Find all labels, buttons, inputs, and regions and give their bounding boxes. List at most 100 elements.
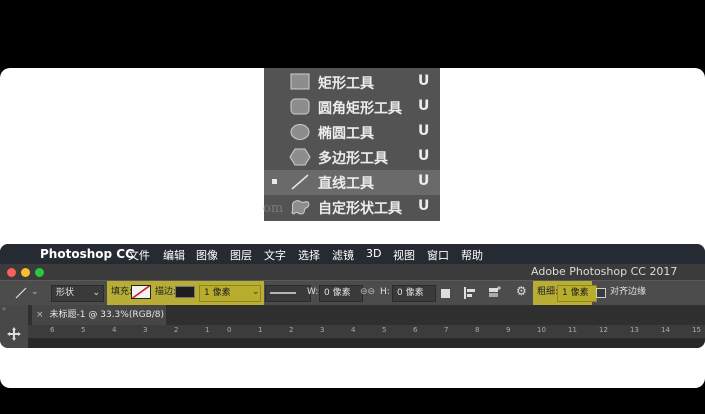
weight-field[interactable]: 1 像素: [557, 285, 597, 302]
stroke-label: 描边:: [155, 287, 177, 297]
path-alignment-icon[interactable]: [463, 286, 477, 300]
stroke-type-select[interactable]: [265, 285, 311, 302]
menu-help[interactable]: 帮助: [461, 247, 483, 263]
menu-layer[interactable]: 图层: [230, 247, 252, 263]
menu-image[interactable]: 图像: [196, 247, 218, 263]
ruler-tick: 4: [351, 326, 356, 334]
window-title: Adobe Photoshop CC 2017: [531, 265, 678, 278]
fill-swatch-button[interactable]: [131, 285, 151, 300]
flyout-item-shortcut: U: [418, 198, 430, 214]
menu-filter[interactable]: 滤镜: [332, 247, 354, 263]
move-tool-icon[interactable]: [7, 327, 21, 341]
width-label: W:: [307, 287, 319, 297]
link-icon[interactable]: ⊖⊖: [360, 285, 375, 300]
menu-3d[interactable]: 3D: [366, 247, 381, 260]
width-value: 0 像素: [324, 288, 351, 298]
ruler-tick: 6: [413, 326, 418, 334]
menu-type[interactable]: 文字: [264, 247, 286, 263]
ruler-tick: 7: [444, 326, 449, 334]
selected-bullet-icon: [272, 179, 277, 184]
maximize-window-button[interactable]: [35, 268, 44, 277]
stroke-type-icon: [270, 291, 296, 294]
flyout-item-custom-shape[interactable]: 自定形状工具 U: [264, 195, 440, 220]
document-tab-label: 未标题-1 @ 33.3%(RGB/8): [49, 310, 165, 320]
width-field[interactable]: 0 像素: [319, 285, 363, 302]
ruler-tick: 5: [81, 326, 86, 334]
chevron-down-icon: ⌄: [92, 288, 100, 298]
ruler-tick: 15: [692, 326, 701, 334]
flyout-item-polygon[interactable]: 多边形工具 U: [264, 145, 440, 170]
horizontal-ruler: 6 5 4 3 2 1 0 1 2 3 4 5 6 7 8 9 10 11 12…: [28, 325, 705, 339]
gear-icon[interactable]: ⚙: [516, 284, 527, 299]
photoshop-window: Photoshop CC 文件 编辑 图像 图层 文字 选择 滤镜 3D 视图 …: [0, 244, 705, 348]
title-bar: Adobe Photoshop CC 2017: [0, 264, 705, 280]
height-field[interactable]: 0 像素: [392, 285, 436, 302]
custom-shape-tool-icon: [291, 200, 310, 215]
flyout-item-ellipse[interactable]: 椭圆工具 U: [264, 120, 440, 145]
options-bar: ⌄ 形状 ⌄ 填充: 描边: 1 像素 ⌄ W: 0 像素 ⊖⊖ H: 0 像素 …: [0, 280, 705, 306]
ruler-tick: 8: [475, 326, 480, 334]
flyout-item-shortcut: U: [418, 73, 430, 89]
ruler-tick: 10: [537, 326, 546, 334]
tool-mode-select[interactable]: 形状 ⌄: [51, 285, 104, 302]
rectangle-tool-icon: [290, 73, 310, 90]
ruler-tick: 1: [258, 326, 263, 334]
ruler-tick: 13: [630, 326, 639, 334]
tool-mode-value: 形状: [56, 288, 75, 298]
menu-file[interactable]: 文件: [128, 247, 150, 263]
shape-tool-flyout: 矩形工具 U 圆角矩形工具 U 椭圆工具 U 多边形工具 U 直线工具 U 自定…: [263, 68, 440, 221]
watermark-text: om: [263, 201, 284, 216]
close-tab-icon[interactable]: ×: [36, 310, 44, 320]
canvas-area[interactable]: [28, 339, 705, 348]
menu-window[interactable]: 窗口: [427, 247, 449, 263]
ruler-tick: 12: [599, 326, 608, 334]
menu-view[interactable]: 视图: [393, 247, 415, 263]
flyout-item-label: 自定形状工具: [318, 201, 402, 217]
chevron-down-icon[interactable]: ⌄: [31, 285, 39, 300]
path-operations-icon[interactable]: [439, 286, 453, 300]
flyout-item-shortcut: U: [418, 123, 430, 139]
document-tab-bar: × 未标题-1 @ 33.3%(RGB/8): [0, 305, 705, 325]
flyout-item-shortcut: U: [418, 173, 430, 189]
ruler-tick: 11: [568, 326, 577, 334]
ellipse-tool-icon: [290, 124, 310, 140]
weight-label: 粗细:: [537, 287, 559, 297]
ruler-tick: 14: [661, 326, 670, 334]
close-window-button[interactable]: [7, 268, 16, 277]
ruler-tick: 2: [174, 326, 179, 334]
stroke-swatch-button[interactable]: [175, 285, 195, 300]
menu-edit[interactable]: 编辑: [163, 247, 185, 263]
path-arrangement-icon[interactable]: [486, 285, 502, 301]
collapse-panel-icon[interactable]: »: [2, 305, 6, 313]
flyout-item-label: 直线工具: [318, 176, 374, 192]
app-name-menu[interactable]: Photoshop CC: [40, 247, 134, 261]
flyout-item-rounded-rectangle[interactable]: 圆角矩形工具 U: [264, 95, 440, 120]
flyout-item-label: 多边形工具: [318, 151, 388, 167]
stroke-swatch-icon: [175, 285, 195, 298]
height-value: 0 像素: [397, 288, 424, 298]
ruler-tick: 6: [50, 326, 55, 334]
line-tool-preset-icon[interactable]: [14, 287, 28, 299]
weight-value: 1 像素: [562, 288, 589, 298]
menu-bar: Photoshop CC 文件 编辑 图像 图层 文字 选择 滤镜 3D 视图 …: [0, 244, 705, 264]
flyout-item-line[interactable]: 直线工具 U: [264, 170, 440, 195]
flyout-item-rectangle[interactable]: 矩形工具 U: [264, 70, 440, 95]
align-edges-checkbox[interactable]: [596, 288, 606, 298]
chevron-down-icon[interactable]: ⌄: [252, 285, 260, 300]
ruler-tick: 2: [289, 326, 294, 334]
ruler-tick: 3: [143, 326, 148, 334]
tools-panel: »: [0, 305, 28, 348]
line-tool-icon: [291, 174, 309, 190]
flyout-item-shortcut: U: [418, 98, 430, 114]
ruler-tick: 4: [112, 326, 117, 334]
ruler-tick: 1: [205, 326, 210, 334]
flyout-item-label: 圆角矩形工具: [318, 101, 402, 117]
menu-select[interactable]: 选择: [298, 247, 320, 263]
height-label: H:: [380, 287, 390, 297]
fill-label: 填充:: [111, 287, 133, 297]
ruler-tick: 0: [227, 326, 232, 334]
flyout-item-label: 椭圆工具: [318, 126, 374, 142]
document-tab[interactable]: × 未标题-1 @ 33.3%(RGB/8): [32, 305, 166, 325]
minimize-window-button[interactable]: [21, 268, 30, 277]
align-edges-label: 对齐边缘: [610, 287, 647, 297]
